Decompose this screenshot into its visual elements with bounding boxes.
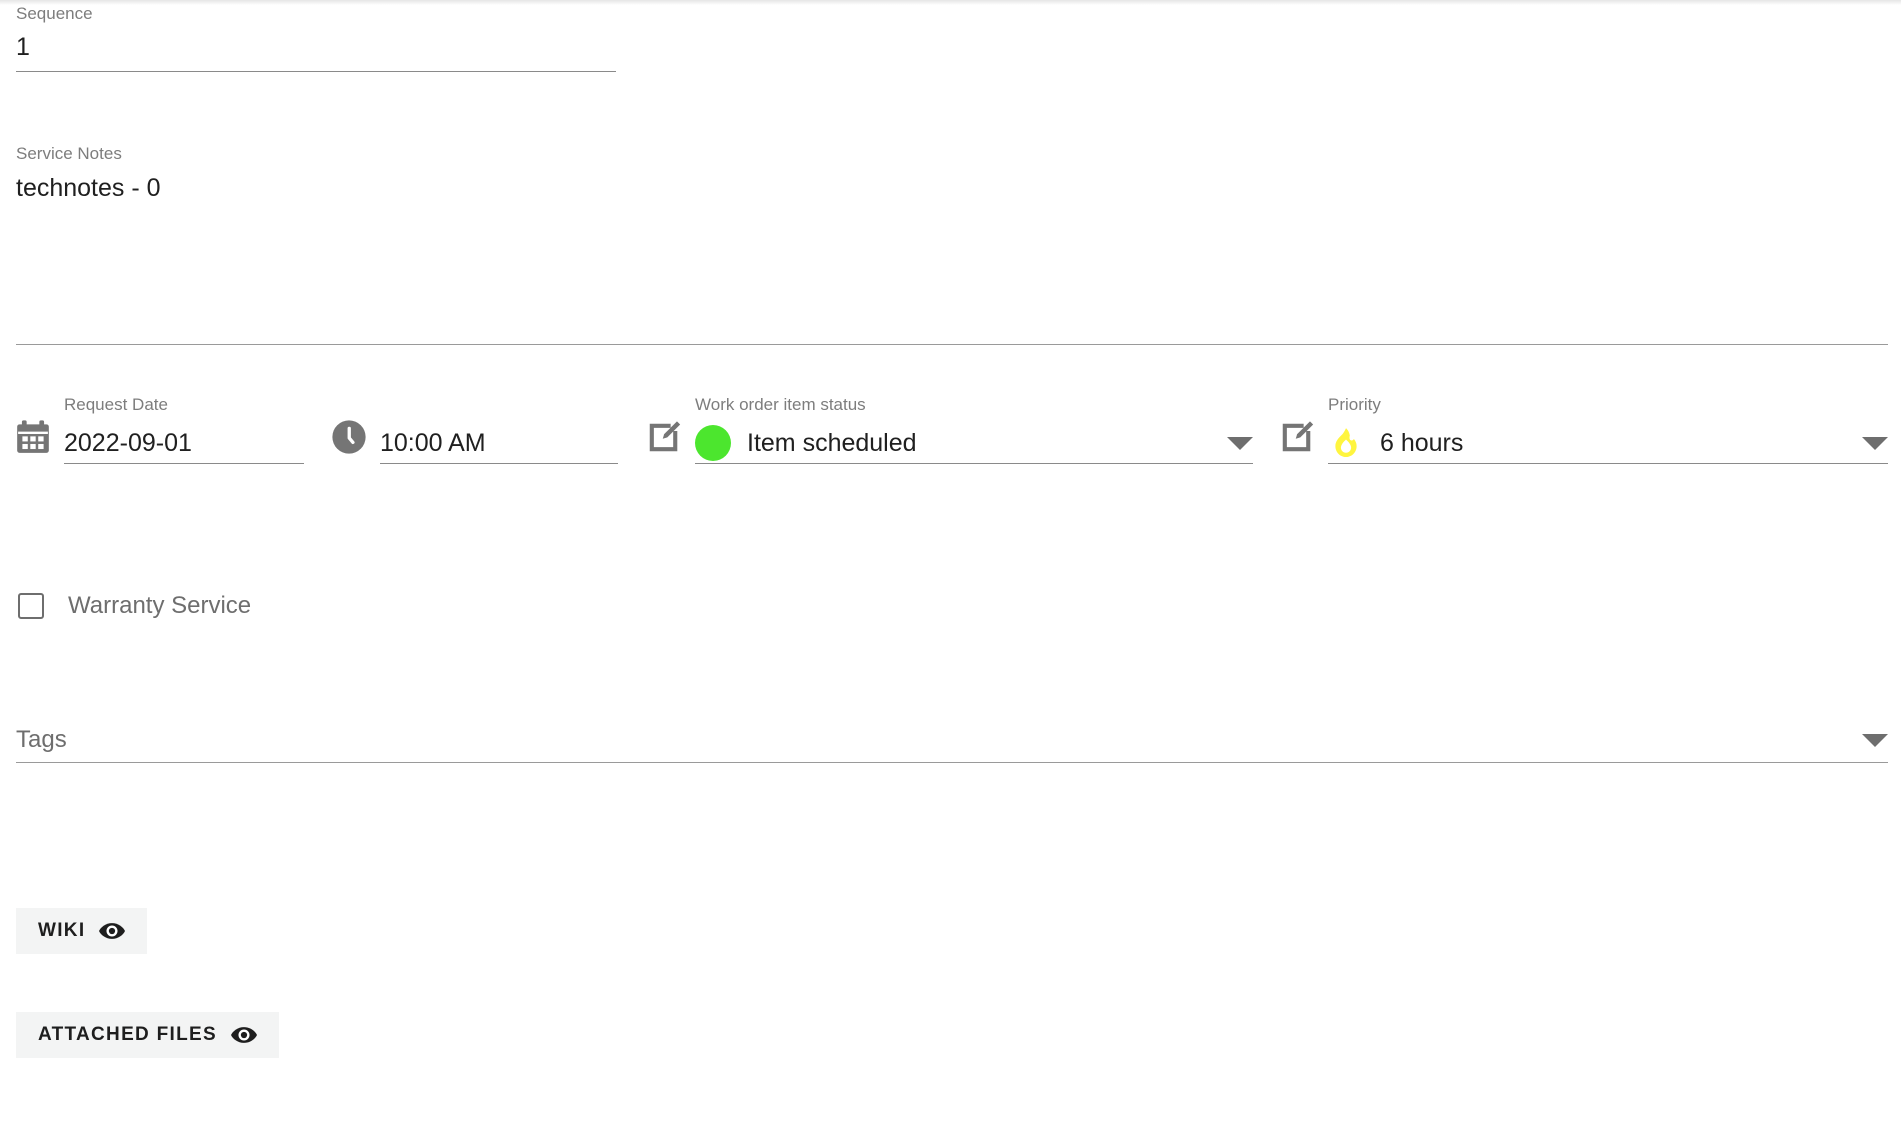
- warranty-service-label: Warranty Service: [68, 592, 252, 619]
- calendar-icon: [17, 420, 49, 453]
- work-order-item-status-inner: Item scheduled: [695, 423, 1253, 463]
- edit-icon[interactable]: [1278, 418, 1316, 456]
- chevron-down-icon[interactable]: [1862, 733, 1888, 747]
- priority-field[interactable]: Priority 6 hours: [1278, 395, 1888, 464]
- request-date-body: Request Date 2022-09-01: [64, 395, 304, 464]
- service-notes-field[interactable]: Service Notes technotes - 0: [16, 144, 916, 203]
- section-divider: [16, 344, 1888, 345]
- tags-field[interactable]: Tags: [16, 722, 1888, 763]
- wiki-button-label: WIKI: [38, 920, 86, 941]
- request-date-label: Request Date: [64, 395, 168, 414]
- priority-flame-wrap: [1328, 425, 1364, 461]
- request-time-underline: [380, 463, 618, 464]
- work-order-item-status-value[interactable]: Item scheduled: [747, 428, 917, 458]
- warranty-service-row[interactable]: Warranty Service: [18, 592, 251, 620]
- edit-icon[interactable]: [645, 418, 683, 456]
- request-date-value[interactable]: 2022-09-01: [64, 428, 192, 458]
- request-date-underline: [64, 463, 304, 464]
- priority-underline: [1328, 463, 1888, 464]
- work-order-item-form: Sequence 1 Service Notes technotes - 0 R…: [0, 0, 1901, 1139]
- warranty-service-checkbox[interactable]: [18, 593, 44, 619]
- priority-inner: 6 hours: [1328, 423, 1888, 463]
- wiki-button[interactable]: WIKI: [16, 908, 148, 954]
- sequence-field[interactable]: Sequence 1: [16, 4, 616, 72]
- scheduling-row: Request Date 2022-09-01 10:00 AM Work or…: [0, 395, 1901, 490]
- priority-label: Priority: [1328, 395, 1381, 414]
- tags-underline: [16, 762, 1888, 763]
- tags-placeholder: Tags: [16, 726, 67, 753]
- chevron-down-icon[interactable]: [1862, 436, 1888, 450]
- work-order-item-status-body: Work order item status Item scheduled: [695, 395, 1253, 464]
- request-time-field[interactable]: 10:00 AM: [330, 418, 618, 464]
- priority-value[interactable]: 6 hours: [1380, 428, 1463, 458]
- request-date-inner: 2022-09-01: [64, 423, 304, 463]
- request-time-value[interactable]: 10:00 AM: [380, 428, 486, 458]
- priority-body: Priority 6 hours: [1328, 395, 1888, 464]
- request-time-inner: 10:00 AM: [380, 423, 618, 463]
- request-time-body: 10:00 AM: [380, 423, 618, 464]
- sequence-label: Sequence: [16, 4, 93, 23]
- sequence-value[interactable]: 1: [16, 32, 616, 62]
- status-color-dot: [695, 425, 731, 461]
- sequence-underline: [16, 71, 616, 72]
- service-notes-label: Service Notes: [16, 144, 122, 163]
- attached-files-button-label: ATTACHED FILES: [38, 1024, 217, 1045]
- eye-icon[interactable]: [231, 1026, 257, 1044]
- service-notes-value[interactable]: technotes - 0: [16, 173, 916, 203]
- work-order-item-status-label: Work order item status: [695, 395, 866, 414]
- work-order-item-status-underline: [695, 463, 1253, 464]
- clock-icon: [332, 420, 366, 454]
- eye-icon[interactable]: [99, 922, 126, 940]
- work-order-item-status-field[interactable]: Work order item status Item scheduled: [645, 395, 1253, 464]
- tags-inner: Tags: [16, 722, 1888, 758]
- request-date-field[interactable]: Request Date 2022-09-01: [14, 395, 304, 464]
- attached-files-button[interactable]: ATTACHED FILES: [16, 1012, 279, 1058]
- flame-icon: [1335, 428, 1357, 458]
- chevron-down-icon[interactable]: [1227, 436, 1253, 450]
